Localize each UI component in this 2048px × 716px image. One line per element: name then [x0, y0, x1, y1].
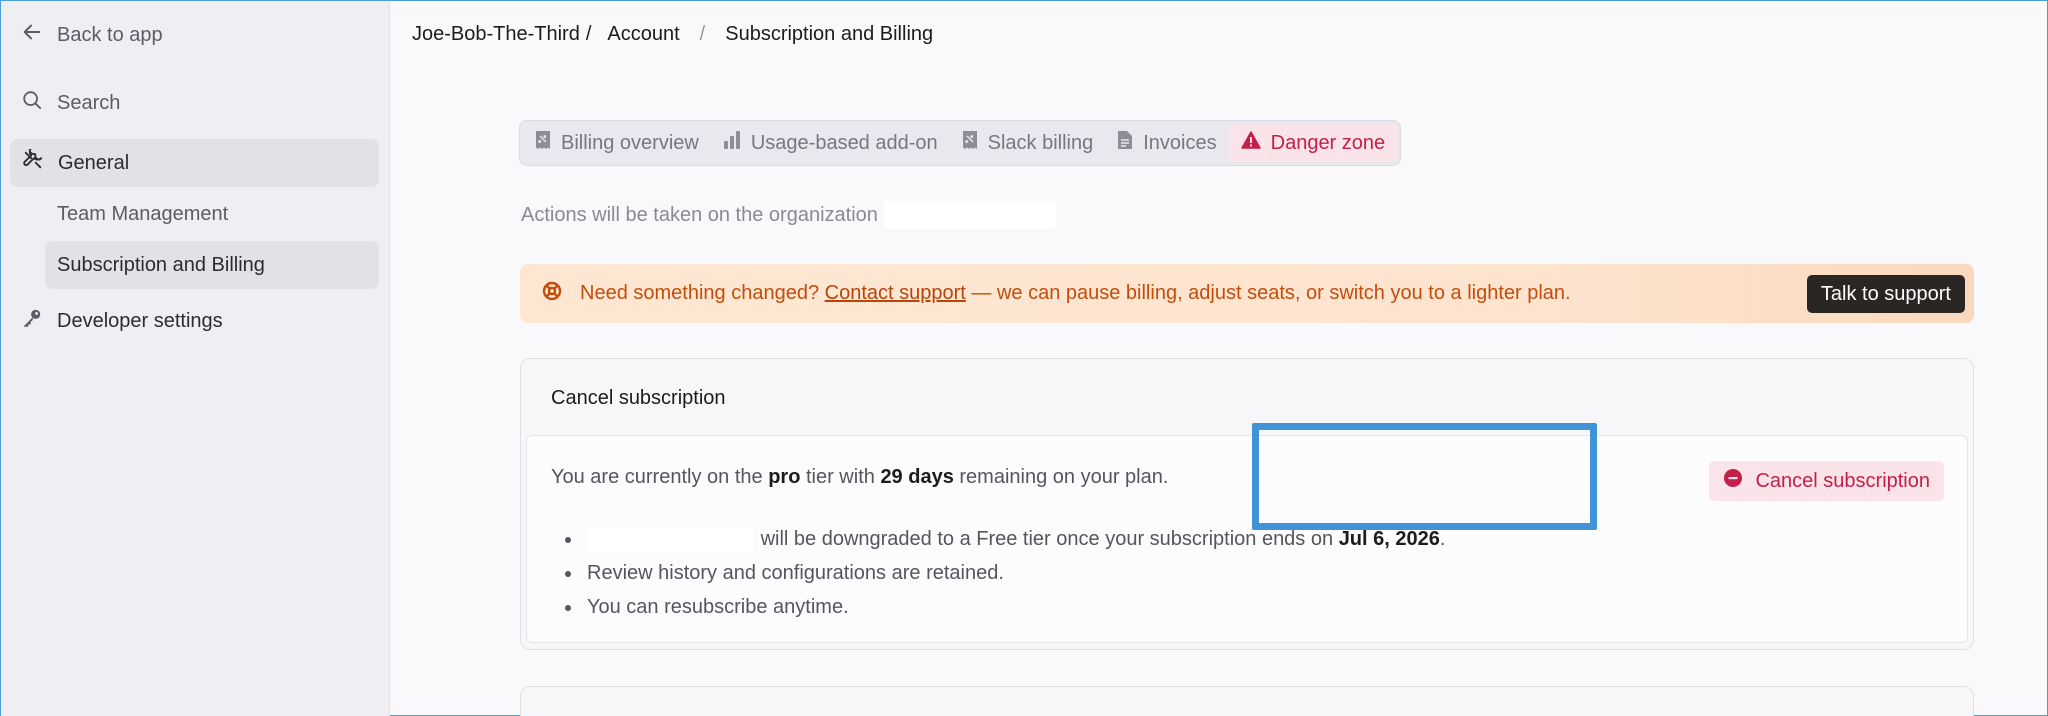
redacted-organization-name: [587, 527, 753, 552]
lifebuoy-icon: [542, 281, 562, 306]
support-banner: Need something changed? Contact support …: [520, 264, 1974, 323]
tab-slack-billing[interactable]: Slack billing: [950, 124, 1106, 162]
breadcrumb-current-page: Subscription and Billing: [725, 23, 934, 45]
summary-text: remaining on your plan.: [959, 466, 1169, 488]
list-item: Review history and configurations are re…: [551, 556, 1445, 590]
tab-label: Danger zone: [1270, 131, 1386, 154]
tab-label: Usage-based add-on: [750, 131, 938, 154]
receipt-icon: [535, 130, 561, 156]
summary-text: You are currently on the: [551, 466, 763, 488]
breadcrumb-org[interactable]: Joe-Bob-The-Third: [412, 23, 580, 46]
sidebar-item-general[interactable]: General: [10, 139, 379, 187]
back-to-app-label: Back to app: [57, 23, 163, 46]
talk-to-support-button[interactable]: Talk to support: [1806, 275, 1965, 313]
days-remaining: 29 days: [880, 466, 954, 488]
key-icon: [21, 307, 43, 335]
sidebar-item-general-label: General: [58, 151, 130, 174]
search-button[interactable]: Search: [21, 87, 120, 119]
tab-label: Slack billing: [987, 131, 1094, 154]
sidebar-item-team-management[interactable]: Team Management: [45, 198, 379, 230]
tab-label: Billing overview: [561, 131, 699, 154]
cancel-subscription-details: You are currently on the pro tier with 2…: [526, 435, 1968, 643]
list-item: will be downgraded to a Free tier once y…: [551, 522, 1445, 556]
breadcrumb-account[interactable]: Account: [607, 23, 679, 46]
sidebar-item-subscription-billing[interactable]: Subscription and Billing: [45, 241, 379, 289]
organization-note: Actions will be taken on the organizatio…: [521, 201, 1056, 229]
cancel-subscription-label: Cancel subscription: [1755, 469, 1930, 492]
cancel-subscription-button[interactable]: Cancel subscription: [1709, 461, 1944, 501]
sidebar-item-developer-settings-label: Developer settings: [57, 309, 223, 332]
search-icon: [21, 89, 43, 117]
arrow-left-icon: [21, 21, 43, 49]
list-item-punctuation: .: [1439, 528, 1446, 550]
minus-circle-icon: [1723, 468, 1755, 494]
main-content: Joe-Bob-The-Third / Account / Subscripti…: [391, 1, 2047, 716]
card-title: Cancel subscription: [551, 387, 726, 409]
breadcrumb-separator: /: [585, 23, 592, 45]
back-to-app-link[interactable]: Back to app: [21, 19, 163, 51]
sidebar: Back to app Search General Team Manageme…: [1, 1, 390, 716]
tab-usage-based-add-on[interactable]: Usage-based add-on: [711, 124, 950, 162]
list-item: You can resubscribe anytime.: [551, 590, 1445, 624]
plan-tier: pro: [768, 466, 801, 488]
sidebar-item-team-management-label: Team Management: [57, 202, 229, 225]
contact-support-link[interactable]: Contact support: [825, 282, 966, 304]
support-banner-suffix: — we can pause billing, adjust seats, or…: [971, 282, 1571, 304]
document-icon: [1117, 130, 1143, 156]
subscription-end-date: Jul 6, 2026: [1338, 528, 1440, 550]
plan-summary: You are currently on the pro tier with 2…: [551, 466, 1168, 489]
summary-text: tier with: [805, 466, 875, 488]
support-banner-text: Need something changed? Contact support …: [580, 282, 1571, 305]
receipt-icon: [962, 130, 988, 156]
sidebar-item-subscription-billing-label: Subscription and Billing: [57, 253, 265, 276]
organization-note-text: Actions will be taken on the organizatio…: [521, 203, 878, 226]
redacted-organization-name: [883, 201, 1056, 229]
search-label: Search: [57, 91, 121, 114]
tab-label: Invoices: [1143, 131, 1217, 154]
cancel-subscription-card: Cancel subscription You are currently on…: [520, 358, 1974, 650]
warning-icon: [1240, 131, 1271, 155]
list-item-text: will be downgraded to a Free tier once y…: [760, 528, 1334, 550]
breadcrumb-separator: /: [699, 23, 706, 45]
breadcrumb: Joe-Bob-The-Third / Account / Subscripti…: [412, 23, 933, 46]
sidebar-item-developer-settings[interactable]: Developer settings: [21, 305, 223, 337]
tools-icon: [22, 147, 44, 177]
tab-billing-overview[interactable]: Billing overview: [523, 124, 711, 162]
bar-chart-icon: [723, 130, 751, 156]
support-banner-prefix: Need something changed?: [580, 282, 820, 304]
tab-invoices[interactable]: Invoices: [1105, 124, 1228, 162]
tab-danger-zone[interactable]: Danger zone: [1228, 124, 1398, 162]
billing-tabs: Billing overview Usage-based add-on Slac…: [519, 120, 1402, 166]
next-card: [520, 686, 1974, 716]
cancellation-details-list: will be downgraded to a Free tier once y…: [551, 522, 1445, 624]
